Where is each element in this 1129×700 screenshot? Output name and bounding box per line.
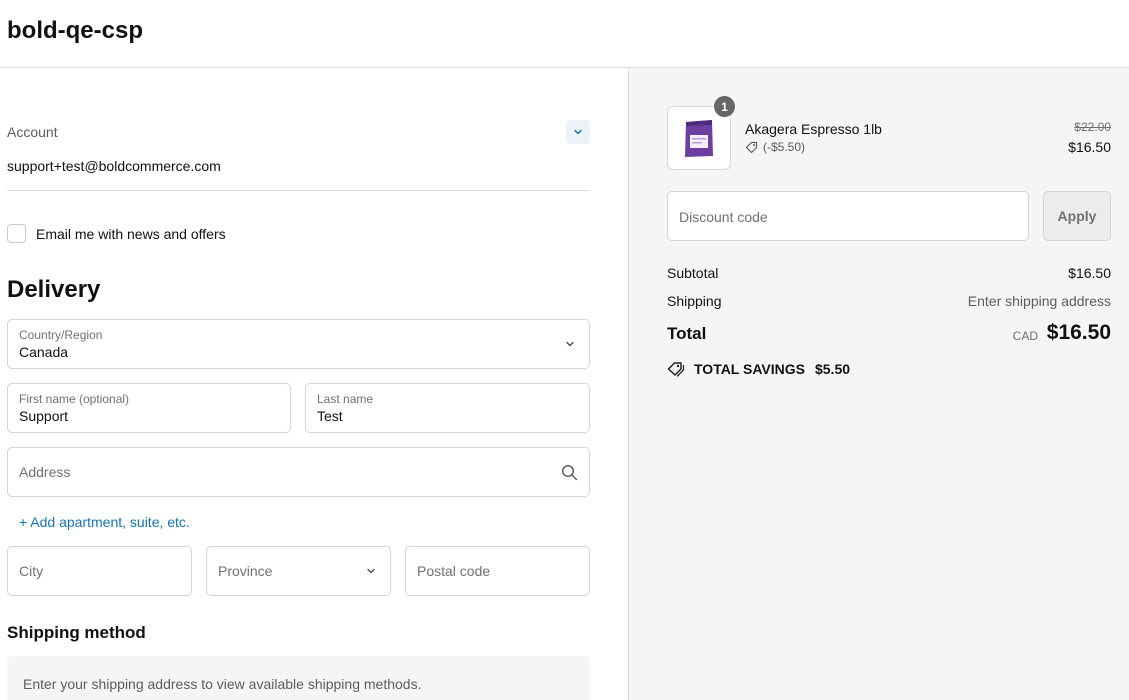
shipping-method-heading: Shipping method (7, 623, 146, 642)
checkout-main: Account support+test@boldcommerce.com Em… (0, 68, 628, 700)
add-apartment-link[interactable]: + Add apartment, suite, etc. (19, 514, 190, 530)
province-placeholder: Province (218, 563, 273, 579)
account-toggle-button[interactable] (566, 120, 590, 144)
shipping-label: Shipping (667, 293, 722, 309)
first-name-field[interactable]: First name (optional) Support (7, 383, 291, 433)
newsletter-label: Email me with news and offers (36, 225, 226, 242)
store-name[interactable]: bold-qe-csp (7, 17, 143, 45)
total-row: Total CAD $16.50 (667, 321, 1111, 348)
chevron-down-icon (566, 341, 574, 347)
product-image (685, 120, 713, 157)
final-price: $16.50 (1068, 139, 1111, 155)
header: bold-qe-csp (0, 0, 1129, 68)
address-field[interactable]: Address (7, 447, 590, 497)
last-name-field[interactable]: Last name Test (305, 383, 590, 433)
subtotal-label: Subtotal (667, 265, 719, 281)
search-icon (561, 464, 578, 481)
order-summary: 1 Akagera Espresso 1lb (-$5.50) $22.00 $… (628, 68, 1129, 700)
postal-code-placeholder: Postal code (417, 563, 491, 579)
total-label: Total (667, 324, 707, 343)
country-select[interactable]: Country/Region Canada (7, 319, 590, 369)
first-name-value: Support (19, 408, 69, 424)
subtotal-value: $16.50 (1068, 265, 1111, 281)
postal-code-field[interactable]: Postal code (405, 546, 590, 596)
chevron-down-icon (574, 129, 582, 135)
last-name-value: Test (317, 408, 343, 424)
discount-code-placeholder: Discount code (679, 209, 768, 225)
savings-amount: $5.50 (814, 361, 851, 377)
product-name: Akagera Espresso 1lb (745, 121, 882, 137)
delivery-heading: Delivery (7, 276, 101, 303)
first-name-label: First name (optional) (19, 392, 130, 406)
total-currency: CAD (1012, 329, 1038, 343)
account-email: support+test@boldcommerce.com (7, 158, 221, 174)
city-placeholder: City (19, 563, 44, 579)
savings-label: TOTAL SAVINGS (694, 361, 805, 377)
quantity-badge: 1 (714, 96, 735, 117)
city-field[interactable]: City (7, 546, 192, 596)
shipping-method-notice: Enter your shipping address to view avai… (7, 656, 590, 700)
shipping-method-notice-text: Enter your shipping address to view avai… (23, 676, 422, 692)
address-placeholder: Address (19, 464, 71, 480)
discount-code-input[interactable]: Discount code (667, 191, 1029, 241)
tag-icon (745, 141, 758, 153)
province-select[interactable]: Province (206, 546, 391, 596)
product-discount-amount: (-$5.50) (763, 140, 806, 154)
newsletter-checkbox[interactable] (7, 224, 26, 243)
original-price: $22.00 (1074, 120, 1111, 134)
apply-discount-button[interactable]: Apply (1043, 191, 1111, 241)
last-name-label: Last name (317, 392, 374, 406)
savings-tag-icon (667, 362, 685, 377)
country-label: Country/Region (19, 328, 103, 342)
shipping-value: Enter shipping address (967, 293, 1111, 309)
chevron-down-icon (367, 568, 375, 574)
divider (7, 190, 590, 191)
total-amount: $16.50 (1046, 321, 1111, 344)
country-value: Canada (19, 344, 69, 360)
newsletter-option[interactable]: Email me with news and offers (7, 224, 226, 243)
product-discount: (-$5.50) (745, 140, 805, 154)
total-savings: TOTAL SAVINGS $5.50 (667, 361, 850, 377)
account-label: Account (7, 124, 58, 140)
